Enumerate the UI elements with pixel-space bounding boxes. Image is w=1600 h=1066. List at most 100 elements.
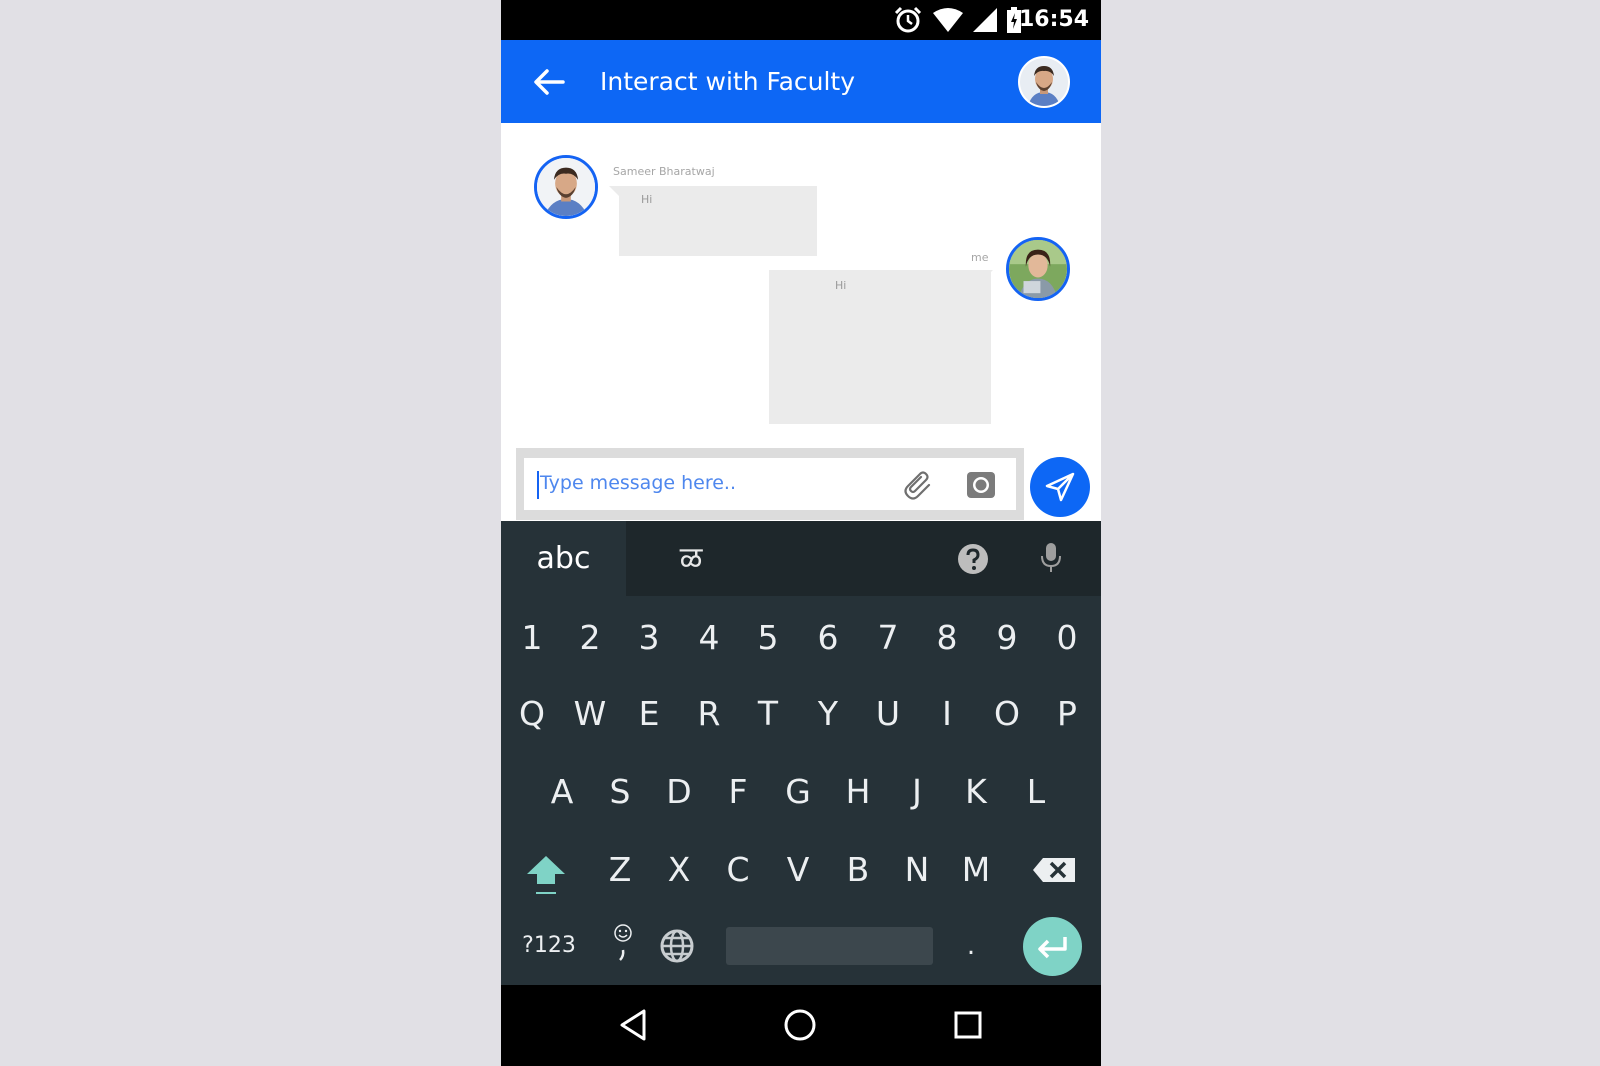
key-y[interactable]: Y xyxy=(799,676,857,752)
key-7[interactable]: 7 xyxy=(859,600,917,676)
message-sender-name: me xyxy=(971,251,989,264)
keyboard-mode-abc[interactable]: abc xyxy=(501,521,626,596)
status-icons xyxy=(893,6,1021,34)
man-avatar-icon xyxy=(1020,58,1068,106)
soft-keyboard: abc ळ 1 2 3 4 5 6 7 8 9 0 Q W E R T Y U … xyxy=(501,521,1101,985)
key-3[interactable]: 3 xyxy=(620,600,678,676)
emoji-key[interactable] xyxy=(605,908,641,984)
key-u[interactable]: U xyxy=(859,676,917,752)
nav-home-button[interactable] xyxy=(778,1003,822,1047)
key-z[interactable]: Z xyxy=(591,832,649,908)
key-2[interactable]: 2 xyxy=(561,600,619,676)
nav-recents-button[interactable] xyxy=(946,1003,990,1047)
key-h[interactable]: H xyxy=(829,754,887,830)
backspace-icon xyxy=(1033,858,1075,882)
message-input[interactable]: Type message here.. xyxy=(524,458,1016,510)
paperclip-icon xyxy=(904,471,931,500)
shift-key[interactable] xyxy=(521,832,571,908)
key-b[interactable]: B xyxy=(829,832,887,908)
message-bubble-received[interactable]: Hi xyxy=(619,186,817,256)
my-avatar[interactable] xyxy=(1006,237,1070,301)
camera-icon xyxy=(967,472,995,498)
key-d[interactable]: D xyxy=(650,754,708,830)
key-9[interactable]: 9 xyxy=(978,600,1036,676)
letter-row-3: Z X C V B N M xyxy=(501,832,1101,908)
triangle-back-icon xyxy=(620,1009,646,1041)
key-i[interactable]: I xyxy=(918,676,976,752)
send-icon xyxy=(1045,472,1075,502)
key-6[interactable]: 6 xyxy=(799,600,857,676)
app-bar: Interact with Faculty xyxy=(501,40,1101,123)
key-w[interactable]: W xyxy=(561,676,619,752)
period-key[interactable]: . xyxy=(956,908,986,984)
shift-arrow-icon xyxy=(527,856,565,894)
key-g[interactable]: G xyxy=(769,754,827,830)
key-r[interactable]: R xyxy=(680,676,738,752)
camera-button[interactable] xyxy=(964,468,998,502)
emoji-comma-icon xyxy=(614,924,632,961)
nav-back-button[interactable] xyxy=(612,1003,656,1047)
key-q[interactable]: Q xyxy=(503,676,561,752)
send-button[interactable] xyxy=(1030,457,1090,517)
key-4[interactable]: 4 xyxy=(680,600,738,676)
key-8[interactable]: 8 xyxy=(918,600,976,676)
key-s[interactable]: S xyxy=(591,754,649,830)
status-time: 16:54 xyxy=(1018,7,1089,32)
page-title: Interact with Faculty xyxy=(600,67,856,96)
voice-input-button[interactable] xyxy=(1039,541,1063,575)
message-sender-name: Sameer Bharatwaj xyxy=(613,165,715,178)
system-nav-bar xyxy=(501,985,1101,1066)
alarm-icon xyxy=(894,6,922,33)
key-e[interactable]: E xyxy=(620,676,678,752)
message-bubble-sent[interactable]: Hi xyxy=(769,270,991,424)
key-0[interactable]: 0 xyxy=(1038,600,1096,676)
enter-arrow-icon xyxy=(1038,937,1067,959)
globe-icon xyxy=(660,929,694,963)
signal-icon xyxy=(973,8,997,32)
keyboard-toolbar: abc ळ xyxy=(501,521,1101,596)
key-l[interactable]: L xyxy=(1007,754,1065,830)
message-input-placeholder: Type message here.. xyxy=(540,472,737,494)
key-j[interactable]: J xyxy=(888,754,946,830)
sender-avatar[interactable] xyxy=(534,155,598,219)
key-k[interactable]: K xyxy=(947,754,1005,830)
key-m[interactable]: M xyxy=(947,832,1005,908)
status-bar: 16:54 xyxy=(501,0,1101,40)
key-f[interactable]: F xyxy=(709,754,767,830)
message-composer: Type message here.. xyxy=(516,448,1024,520)
key-c[interactable]: C xyxy=(709,832,767,908)
key-v[interactable]: V xyxy=(769,832,827,908)
message-text: Hi xyxy=(641,193,653,206)
keyboard-language-switch[interactable]: ळ xyxy=(666,521,716,596)
help-icon xyxy=(958,544,988,574)
key-n[interactable]: N xyxy=(888,832,946,908)
back-button[interactable] xyxy=(529,64,569,100)
number-row: 1 2 3 4 5 6 7 8 9 0 xyxy=(501,600,1101,676)
chat-area: Sameer Bharatwaj Hi me Hi xyxy=(501,123,1101,448)
backspace-key[interactable] xyxy=(1029,832,1079,908)
letter-row-2: A S D F G H J K L xyxy=(501,754,1101,830)
key-x[interactable]: X xyxy=(650,832,708,908)
globe-key[interactable] xyxy=(659,928,695,964)
back-arrow-icon xyxy=(534,69,565,95)
key-5[interactable]: 5 xyxy=(739,600,797,676)
key-a[interactable]: A xyxy=(533,754,591,830)
space-bar[interactable] xyxy=(726,927,933,965)
letter-row-1: Q W E R T Y U I O P xyxy=(501,676,1101,752)
phone-screen: 16:54 Interact with Faculty Sameer Bhara… xyxy=(501,0,1101,1066)
attach-button[interactable] xyxy=(902,468,936,502)
key-p[interactable]: P xyxy=(1038,676,1096,752)
square-recents-icon xyxy=(954,1011,982,1039)
microphone-icon xyxy=(1041,543,1061,572)
key-t[interactable]: T xyxy=(739,676,797,752)
circle-home-icon xyxy=(784,1009,816,1041)
key-1[interactable]: 1 xyxy=(503,600,561,676)
key-o[interactable]: O xyxy=(978,676,1036,752)
message-text: Hi xyxy=(835,279,847,292)
bottom-row: ?123 . xyxy=(501,908,1101,984)
symbols-key[interactable]: ?123 xyxy=(515,908,583,984)
profile-avatar[interactable] xyxy=(1018,56,1070,108)
enter-key[interactable] xyxy=(1023,917,1082,976)
help-button[interactable] xyxy=(957,543,989,575)
man-avatar-icon xyxy=(537,158,595,216)
